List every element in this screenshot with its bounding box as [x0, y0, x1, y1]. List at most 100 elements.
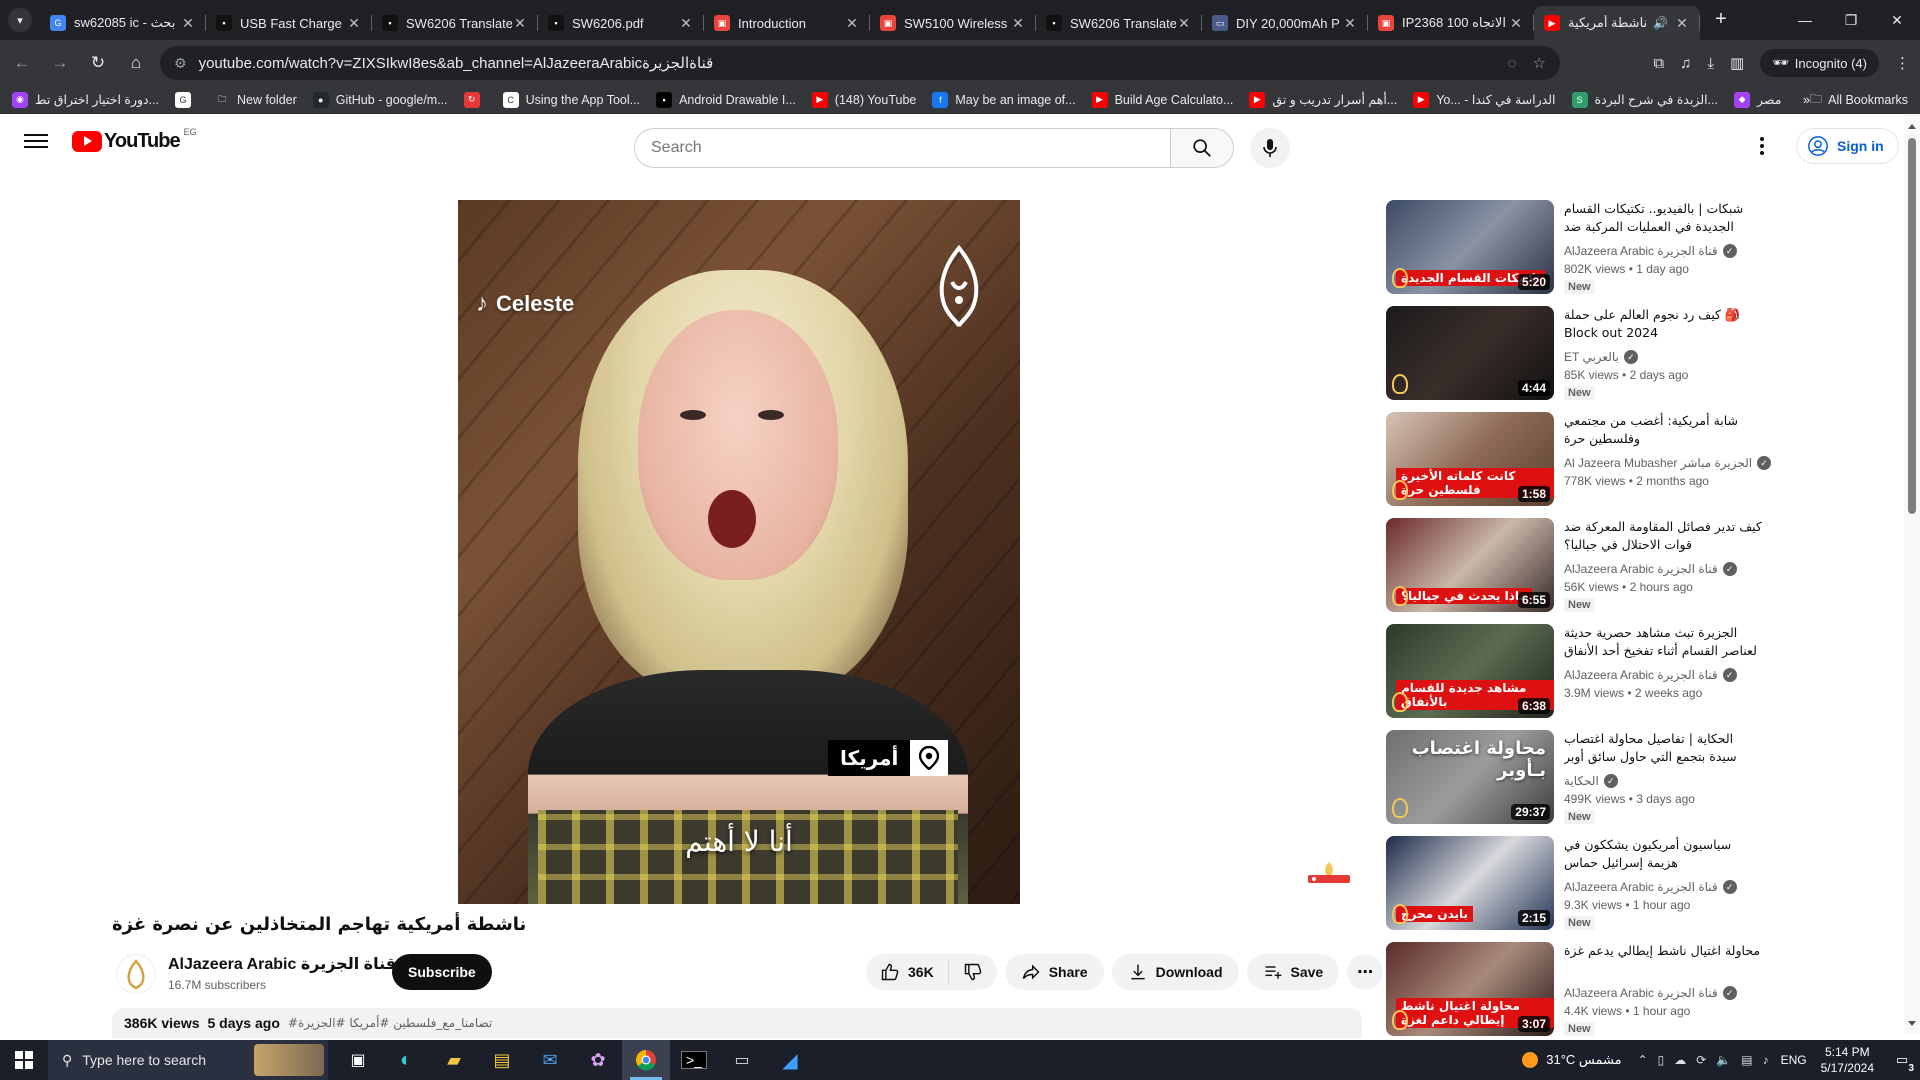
- bookmark-item[interactable]: C Using the App Tool...: [502, 91, 640, 108]
- voice-search-button[interactable]: [1250, 128, 1290, 168]
- settings-more-icon[interactable]: [1750, 134, 1774, 158]
- browser-tab[interactable]: ▣ Introduction ✕: [704, 6, 870, 40]
- media-controls-icon[interactable]: ♫: [1680, 55, 1691, 72]
- taskbar-search[interactable]: ⚲ Type here to search: [48, 1040, 328, 1080]
- save-button[interactable]: Save: [1246, 954, 1340, 990]
- bookmark-item[interactable]: G: [175, 91, 198, 108]
- bookmark-item[interactable]: ▪ Android Drawable I...: [656, 91, 796, 108]
- new-tab-button[interactable]: +: [1706, 0, 1736, 40]
- dislike-button[interactable]: [949, 954, 997, 990]
- browser-tab[interactable]: ▪ SW6206.pdf ✕: [538, 6, 704, 40]
- eye-off-icon[interactable]: ◌: [1508, 55, 1517, 72]
- bookmark-item[interactable]: ↻: [463, 91, 487, 108]
- app-window-icon[interactable]: ▭: [718, 1040, 766, 1080]
- clock[interactable]: 5:14 PM 5/17/2024: [1821, 1044, 1874, 1076]
- recommendation-item[interactable]: محاولة اغتصاب بـأوبر 29:37 الحكاية | تفاصي…: [1386, 730, 1766, 824]
- recommendation-channel[interactable]: AlJazeera Arabic قناة الجزيرة ✓: [1564, 562, 1737, 576]
- vscode-icon[interactable]: ◢: [766, 1040, 814, 1080]
- bookmark-item[interactable]: S الزبدة في شرح البردة...: [1571, 91, 1718, 108]
- more-actions-icon[interactable]: ⋯: [1347, 954, 1384, 990]
- recommendation-channel[interactable]: AlJazeera Arabic قناة الجزيرة ✓: [1564, 244, 1737, 258]
- network-icon[interactable]: ▤: [1741, 1053, 1752, 1067]
- hamburger-menu-icon[interactable]: [24, 130, 48, 154]
- close-tab-icon[interactable]: ✕: [1010, 15, 1026, 32]
- recommendation-channel[interactable]: ET بالعربي ✓: [1564, 350, 1638, 364]
- close-tab-icon[interactable]: ✕: [678, 15, 694, 32]
- recommendation-title[interactable]: سياسيون أمريكيون يشككون في هزيمة إسرائيل…: [1564, 836, 1764, 872]
- recommendation-title[interactable]: شبكات | بالفيديو.. تكتيكات القسام الجديد…: [1564, 200, 1764, 236]
- recommendation-thumbnail[interactable]: محاولة اغتيال ناشط إيطالي داعم لغزة 3:07: [1386, 942, 1554, 1036]
- chrome-menu-icon[interactable]: ⋮: [1895, 54, 1910, 72]
- close-tab-icon[interactable]: ✕: [346, 15, 362, 32]
- update-icon[interactable]: ⟳: [1696, 1053, 1706, 1067]
- notification-center-icon[interactable]: ▭ 3: [1884, 1040, 1920, 1080]
- reload-icon[interactable]: ↻: [82, 47, 114, 79]
- recommendation-item[interactable]: 4:44 🎒 كيف رد نجوم العالم على حملة Block …: [1386, 306, 1766, 400]
- incognito-indicator[interactable]: 🕶 Incognito (4): [1760, 49, 1879, 77]
- recommendation-thumbnail[interactable]: محاولة اغتصاب بـأوبر 29:37: [1386, 730, 1554, 824]
- channel-avatar[interactable]: [116, 954, 156, 994]
- video-player[interactable]: ♪ Celeste أمريكا أنا لا أهتم: [458, 200, 1020, 904]
- browser-tab[interactable]: ▭ DIY 20,000mAh P ✕: [1202, 6, 1368, 40]
- recommendation-item[interactable]: بايدن محرج 2:15 سياسيون أمريكيون يشككون في…: [1386, 836, 1766, 930]
- browser-tab[interactable]: ▶ ناشطة أمريكية 🔊 ✕: [1534, 6, 1700, 40]
- recommendation-title[interactable]: الجزيرة تبث مشاهد حصرية حديثة لعناصر الق…: [1564, 624, 1764, 660]
- youtube-logo[interactable]: YouTube EG: [72, 127, 197, 153]
- tab-search-button[interactable]: ▾: [8, 8, 32, 32]
- browser-tab[interactable]: ▪ USB Fast Charge M ✕: [206, 6, 372, 40]
- recommendation-item[interactable]: تكتيكات القسام الجديدة 5:20 شبكات | بالفيد…: [1386, 200, 1766, 294]
- app-icon[interactable]: ✿: [574, 1040, 622, 1080]
- close-tab-icon[interactable]: ✕: [1342, 15, 1358, 32]
- recommendation-title[interactable]: محاولة اغتيال ناشط إيطالي يدعم غزة: [1564, 942, 1764, 978]
- bookmark-item[interactable]: ▶ أهم أسرار تدريب و تق...: [1249, 91, 1397, 108]
- task-view-icon[interactable]: ▣: [334, 1040, 382, 1080]
- recommendation-thumbnail[interactable]: ماذا يحدث في جباليا؟ 6:55: [1386, 518, 1554, 612]
- share-button[interactable]: Share: [1004, 954, 1104, 990]
- all-bookmarks-button[interactable]: 🗀 All Bookmarks: [1810, 86, 1908, 114]
- input-language[interactable]: ENG: [1781, 1053, 1807, 1067]
- side-panel-icon[interactable]: ▥: [1730, 54, 1744, 72]
- recommendation-channel[interactable]: الحكاية ✓: [1564, 774, 1618, 788]
- close-tab-icon[interactable]: ✕: [180, 15, 196, 32]
- recommendation-channel[interactable]: Al Jazeera Mubasher الجزيرة مباشر ✓: [1564, 456, 1772, 470]
- weather-widget[interactable]: 31°C مشمس: [1522, 1052, 1622, 1068]
- bookmark-star-icon[interactable]: ☆: [1533, 54, 1546, 72]
- channel-watermark-icon[interactable]: [1306, 860, 1352, 884]
- close-tab-icon[interactable]: ✕: [844, 15, 860, 32]
- recommendation-item[interactable]: مشاهد جديدة للقسام بالأنفاق 6:38 الجزيرة ت…: [1386, 624, 1766, 718]
- recommendation-thumbnail[interactable]: تكتيكات القسام الجديدة 5:20: [1386, 200, 1554, 294]
- recommendation-thumbnail[interactable]: كانت كلماته الأخيرة فلسطين حرة 1:58: [1386, 412, 1554, 506]
- close-window-icon[interactable]: ✕: [1874, 0, 1920, 40]
- bookmark-item[interactable]: ◉ دورة اختيار اختراق تط...: [12, 91, 159, 108]
- bookmark-item[interactable]: ▶ Build Age Calculato...: [1091, 91, 1233, 108]
- windows-start-icon[interactable]: [0, 1040, 48, 1080]
- sign-in-button[interactable]: Sign in: [1796, 128, 1899, 164]
- microsoft-store-icon[interactable]: ▤: [478, 1040, 526, 1080]
- cloud-icon[interactable]: ☁: [1674, 1053, 1686, 1067]
- hashtags[interactable]: #تضامنا_مع_فلسطين #أمريكا #الجزيرة: [288, 1016, 492, 1030]
- mail-icon[interactable]: ✉: [526, 1040, 574, 1080]
- channel-name[interactable]: AlJazeera Arabic قناة الجزيرة ✓: [168, 954, 417, 974]
- speaker-icon[interactable]: ♪: [1763, 1053, 1769, 1067]
- browser-tab[interactable]: ▣ SW5100 Wireless ✕: [870, 6, 1036, 40]
- recommendation-channel[interactable]: AlJazeera Arabic قناة الجزيرة ✓: [1564, 668, 1737, 682]
- recommendation-thumbnail[interactable]: بايدن محرج 2:15: [1386, 836, 1554, 930]
- recommendation-thumbnail[interactable]: 4:44: [1386, 306, 1554, 400]
- browser-tab[interactable]: Gsw62085 ic - بحث ✕: [40, 6, 206, 40]
- bookmark-item[interactable]: ▶ Yo... - الدراسة في كندا: [1413, 91, 1556, 108]
- recommendation-item[interactable]: ماذا يحدث في جباليا؟ 6:55 كيف تدير فصائل ا…: [1386, 518, 1766, 612]
- bookmark-item[interactable]: ▶ (148) YouTube: [811, 91, 916, 108]
- scrollbar-thumb[interactable]: [1908, 138, 1916, 514]
- forward-icon[interactable]: →: [44, 47, 76, 79]
- recommendation-title[interactable]: كيف تدير فصائل المقاومة المعركة ضد قوات …: [1564, 518, 1764, 554]
- extensions-icon[interactable]: ⧉: [1653, 55, 1664, 72]
- browser-tab[interactable]: ▣ IP2368 100 الاتجاه ✕: [1368, 6, 1534, 40]
- browser-tab[interactable]: ▪ SW6206 Translate ✕: [372, 6, 538, 40]
- device-icon[interactable]: ▯: [1658, 1053, 1665, 1067]
- chevron-up-icon[interactable]: ⌃: [1638, 1053, 1648, 1067]
- download-button[interactable]: Download: [1111, 954, 1239, 990]
- recommendation-item[interactable]: كانت كلماته الأخيرة فلسطين حرة 1:58 شابة أ…: [1386, 412, 1772, 506]
- recommendation-title[interactable]: الحكاية | تفاصيل محاولة اغتصاب سيدة بتجم…: [1564, 730, 1764, 766]
- recommendation-item[interactable]: محاولة اغتيال ناشط إيطالي داعم لغزة 3:07 م…: [1386, 942, 1766, 1036]
- file-explorer-icon[interactable]: ▰: [430, 1040, 478, 1080]
